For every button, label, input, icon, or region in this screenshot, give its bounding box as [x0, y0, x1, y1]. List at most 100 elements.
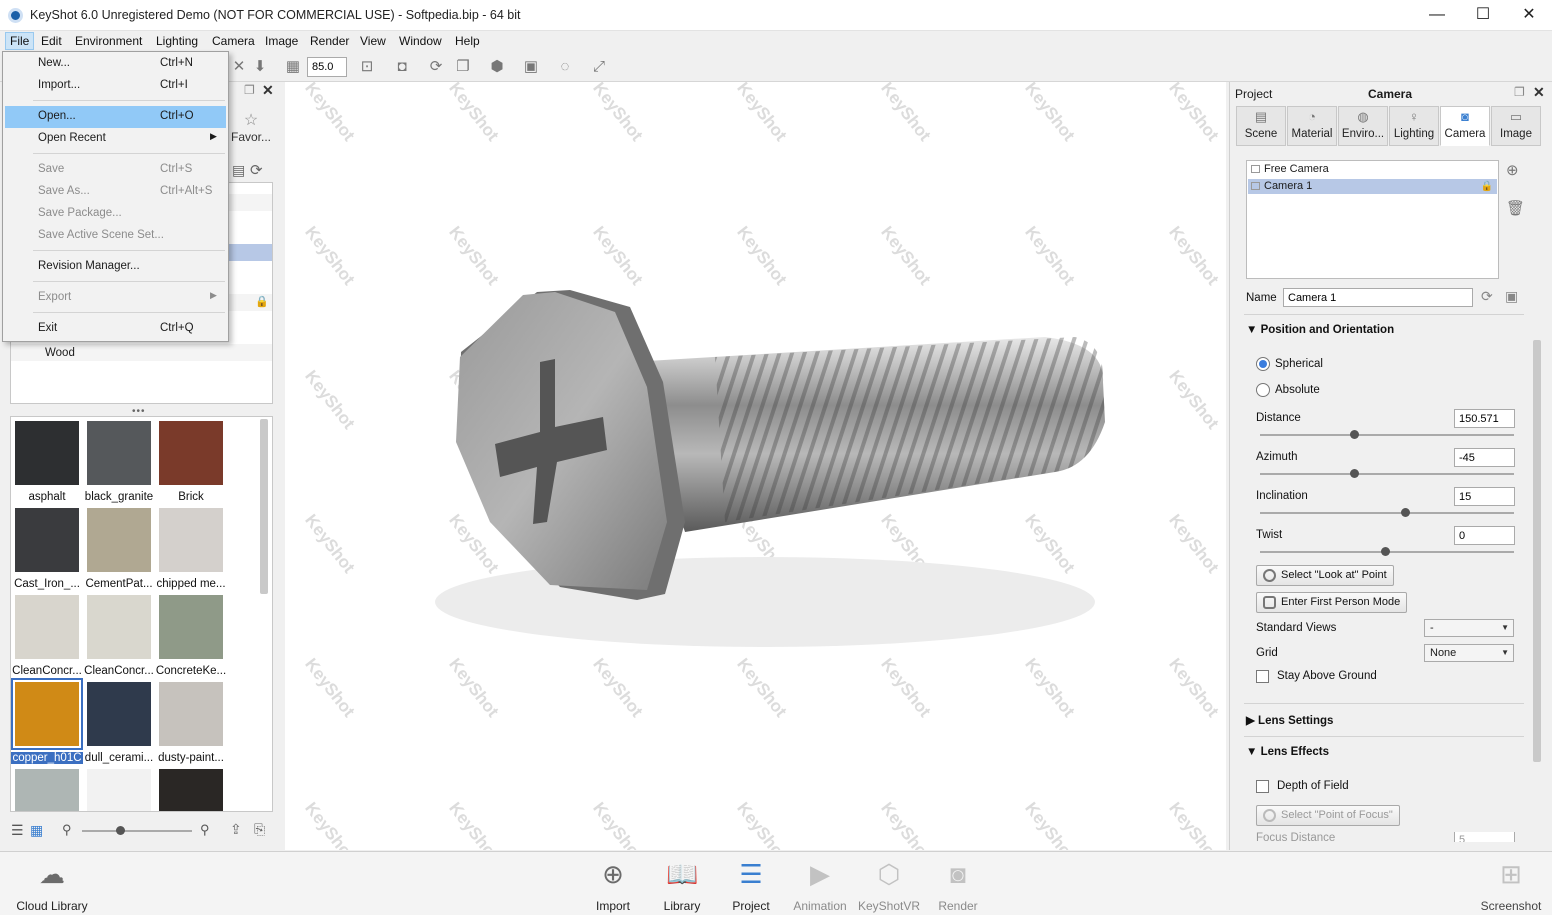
close-panel-icon[interactable]: ✕ — [1533, 84, 1545, 101]
material-thumb[interactable]: dusty-paint... — [155, 682, 225, 764]
twist-input[interactable] — [1454, 526, 1515, 545]
file-menu-export[interactable]: Export ▶ — [5, 287, 226, 309]
file-menu-save[interactable]: Save Ctrl+S — [5, 159, 226, 181]
close-button[interactable]: ✕ — [1506, 0, 1552, 31]
menu-lighting[interactable]: Lighting — [152, 33, 202, 49]
screenshot-button[interactable]: ⊞ Screenshot — [1476, 858, 1546, 913]
select-look-at-point-button[interactable]: Select "Look at" Point — [1256, 565, 1394, 586]
depth-of-field-checkbox[interactable] — [1256, 780, 1269, 793]
float-panel-icon[interactable]: ❐ — [1514, 85, 1525, 99]
add-camera-icon[interactable]: ⊕ — [1506, 161, 1519, 179]
material-thumb[interactable]: dull_cerami... — [83, 682, 153, 764]
menu-render[interactable]: Render — [306, 33, 353, 49]
thumbnail-size-slider[interactable] — [82, 830, 192, 832]
folder-icon[interactable]: ▤ — [232, 162, 245, 179]
material-thumb[interactable]: black_granite — [83, 421, 153, 503]
material-thumb[interactable]: Brick — [155, 421, 225, 503]
absolute-radio[interactable] — [1256, 383, 1270, 397]
zoom-in-icon[interactable]: ⚲ — [200, 822, 210, 838]
menu-image[interactable]: Image — [261, 33, 302, 49]
presentation-icon[interactable]: ▣ — [522, 58, 540, 76]
save-camera-icon[interactable]: ▣ — [1505, 288, 1518, 305]
tab-environment[interactable]: ◍ Enviro... — [1338, 106, 1388, 146]
zoom-grid-icon[interactable]: ▦ — [284, 58, 302, 76]
grid-select[interactable]: None — [1424, 644, 1514, 662]
material-thumb[interactable]: Cast_Iron_... — [11, 508, 81, 590]
bolt-model[interactable] — [285, 82, 1226, 850]
distance-slider-knob[interactable] — [1350, 430, 1359, 439]
file-menu-open-recent[interactable]: Open Recent ▶ — [5, 128, 226, 150]
project-button[interactable]: ☰ Project — [716, 858, 786, 913]
inclination-slider[interactable] — [1260, 512, 1514, 514]
reset-camera-icon[interactable]: ⟳ — [1481, 288, 1493, 305]
zoom-out-icon[interactable]: ⚲ — [62, 822, 72, 838]
distance-slider[interactable] — [1260, 434, 1514, 436]
folder-wood[interactable]: Wood — [45, 347, 75, 359]
focus-distance-input[interactable]: 5 — [1454, 832, 1515, 842]
azimuth-input[interactable] — [1454, 448, 1515, 467]
expand-icon[interactable]: ⤢ — [590, 58, 608, 76]
keyshotvr-button[interactable]: ⬡ KeyShotVR — [854, 858, 924, 913]
thumbnail-size-knob[interactable] — [116, 826, 125, 835]
tab-lighting[interactable]: ♀ Lighting — [1389, 106, 1439, 146]
copy-icon[interactable]: ❐ — [454, 58, 472, 76]
render-button[interactable]: ◙ Render — [923, 858, 993, 913]
animation-button[interactable]: ▶ Animation — [785, 858, 855, 913]
drop-to-ground-icon[interactable]: ⬇ — [251, 58, 269, 76]
material-thumb[interactable]: CementPat... — [83, 508, 153, 590]
file-menu-exit[interactable]: Exit Ctrl+Q — [5, 318, 226, 340]
file-menu-new[interactable]: New... Ctrl+N — [5, 53, 226, 75]
tab-camera[interactable]: ◙ Camera — [1440, 106, 1490, 146]
tab-image[interactable]: ▭ Image — [1491, 106, 1541, 146]
shield-icon[interactable]: ⬢ — [488, 58, 506, 76]
azimuth-slider[interactable] — [1260, 473, 1514, 475]
menu-help[interactable]: Help — [451, 33, 484, 49]
refresh-library-icon[interactable]: ⟳ — [250, 161, 263, 179]
zoom-value-input[interactable] — [307, 57, 347, 77]
section-position-orientation[interactable]: ▼ Position and Orientation — [1246, 324, 1394, 336]
menu-window[interactable]: Window — [395, 33, 446, 49]
grid-view-icon[interactable]: ▦ — [30, 822, 43, 839]
minimize-button[interactable]: — — [1414, 0, 1460, 31]
fit-icon[interactable]: ✕ — [230, 58, 248, 76]
float-panel-icon[interactable]: ❐ — [244, 83, 255, 97]
section-lens-settings[interactable]: ▶ Lens Settings — [1246, 713, 1333, 727]
camera-view-icon[interactable]: ◘ — [393, 58, 411, 76]
list-view-icon[interactable]: ☰ — [11, 822, 24, 839]
material-thumb[interactable] — [83, 769, 153, 811]
camera-item-free-camera[interactable]: Free Camera — [1248, 162, 1497, 177]
camera-name-input[interactable] — [1283, 288, 1473, 307]
inclination-input[interactable] — [1454, 487, 1515, 506]
tab-favorites[interactable]: ☆ Favor... — [228, 104, 274, 146]
region-zoom-icon[interactable]: ⊡ — [358, 58, 376, 76]
inclination-slider-knob[interactable] — [1401, 508, 1410, 517]
library-button[interactable]: 📖 Library — [647, 858, 717, 913]
menu-view[interactable]: View — [356, 33, 390, 49]
file-menu-save-package[interactable]: Save Package... — [5, 203, 226, 225]
material-thumb[interactable]: chipped me... — [155, 508, 226, 590]
project-panel-scrollbar[interactable] — [1533, 340, 1541, 762]
file-menu-revision-manager[interactable]: Revision Manager... — [5, 256, 226, 278]
material-thumb[interactable]: asphalt — [11, 421, 81, 503]
lock-icon[interactable]: 🔒 — [1481, 179, 1493, 194]
upload-icon[interactable]: ⇪ — [230, 821, 242, 838]
delete-camera-icon[interactable]: 🗑 — [1506, 199, 1525, 217]
file-menu-import[interactable]: Import... Ctrl+I — [5, 75, 226, 97]
close-panel-icon[interactable]: ✕ — [262, 82, 274, 99]
tab-material[interactable]: ◔ Material — [1287, 106, 1337, 146]
material-thumb-selected[interactable]: copper_h01C — [11, 678, 83, 764]
pin-icon[interactable]: ◌ — [556, 58, 574, 76]
refresh-icon[interactable]: ⟳ — [427, 58, 445, 76]
select-point-of-focus-button[interactable]: Select "Point of Focus" — [1256, 805, 1400, 826]
camera-item-camera-1[interactable]: Camera 1 🔒 — [1248, 179, 1497, 194]
maximize-button[interactable]: ☐ — [1460, 0, 1506, 31]
file-menu-save-as[interactable]: Save As... Ctrl+Alt+S — [5, 181, 226, 203]
section-lens-effects[interactable]: ▼ Lens Effects — [1246, 746, 1329, 758]
cloud-library-button[interactable]: ☁ Cloud Library — [16, 858, 88, 913]
menu-camera[interactable]: Camera — [208, 33, 259, 49]
standard-views-select[interactable]: - — [1424, 619, 1514, 637]
menu-edit[interactable]: Edit — [37, 33, 66, 49]
tab-scene[interactable]: ▤ Scene — [1236, 106, 1286, 146]
spherical-radio[interactable] — [1256, 357, 1270, 371]
menu-file[interactable]: File — [5, 32, 35, 50]
